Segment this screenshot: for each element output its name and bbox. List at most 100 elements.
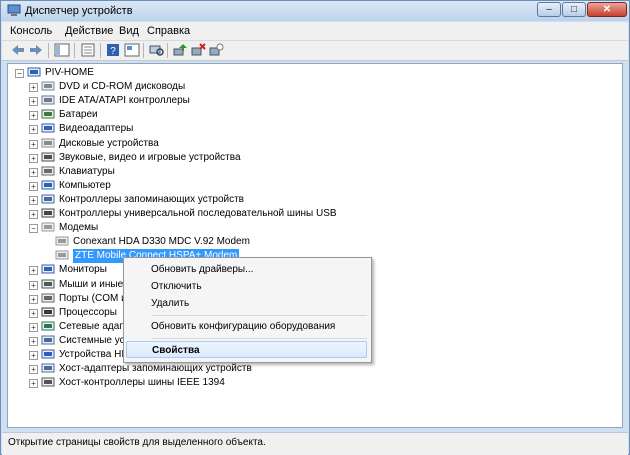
expand-toggle-icon[interactable]: + (29, 280, 38, 290)
minimize-button[interactable]: – (537, 2, 561, 17)
menu-view[interactable]: Вид (119, 25, 139, 37)
tree-root[interactable]: − PIV-HOME (8, 66, 608, 80)
context-properties[interactable]: Свойства (126, 341, 367, 358)
computer-icon (41, 180, 55, 191)
console-tree-icon[interactable] (54, 43, 70, 57)
expand-toggle-icon[interactable]: + (29, 308, 38, 318)
tree-category[interactable]: + Клавиатуры (8, 165, 608, 179)
processor-icon (41, 307, 55, 318)
tree-category[interactable]: + Контроллеры универсальной последователь… (8, 207, 608, 221)
context-separator (152, 315, 367, 316)
status-bar: Открытие страницы свойств для выделенног… (2, 432, 628, 455)
tree-category[interactable]: + Хост-контроллеры шины IEEE 1394 (8, 376, 608, 390)
tree-category[interactable]: − Модемы (8, 221, 608, 235)
back-icon[interactable] (10, 43, 26, 57)
view-icon[interactable] (124, 43, 140, 57)
toolbar: ? (2, 41, 628, 61)
tree-item-label: Контроллеры запоминающих устройств (59, 193, 244, 205)
expand-toggle-icon[interactable]: + (29, 125, 38, 135)
expand-toggle-icon[interactable]: + (29, 195, 38, 205)
device-tree-panel: − PIV-HOME + DVD и CD-ROM дисководы + IDE ATA… (7, 63, 623, 428)
tree-item-label: Мониторы (59, 264, 107, 276)
toolbar-separator (48, 43, 49, 58)
expand-toggle-icon[interactable]: − (15, 69, 24, 78)
dvd-icon (41, 81, 55, 92)
tree-item-label: Устройства HID (59, 349, 132, 360)
toolbar-separator (100, 43, 101, 58)
expand-toggle-icon[interactable]: + (29, 139, 38, 149)
expand-toggle-icon[interactable]: + (29, 97, 38, 107)
context-scan-hardware[interactable]: Обновить конфигурацию оборудования (126, 318, 367, 335)
ieee1394-icon (41, 377, 55, 388)
context-menu: Обновить драйверы... Отключить Удалить О… (123, 257, 372, 363)
tree-category[interactable]: + Дисковые устройства (8, 137, 608, 151)
tree-item-label: Хост-адаптеры запоминающих устройств (59, 363, 252, 375)
forward-icon[interactable] (28, 43, 44, 57)
battery-icon (41, 109, 55, 120)
window-title: Диспетчер устройств (25, 5, 133, 17)
tree-device[interactable]: Conexant HDA D330 MDC V.92 Modem (8, 235, 608, 249)
storage-icon (41, 194, 55, 205)
mouse-icon (41, 279, 55, 290)
context-update-driver[interactable]: Обновить драйверы... (126, 261, 367, 278)
expand-toggle-icon[interactable]: − (29, 224, 38, 234)
toolbar-separator (74, 43, 75, 58)
tree-item-label: Процессоры (59, 306, 117, 318)
expand-toggle-icon[interactable]: + (29, 294, 38, 304)
usb-icon (41, 208, 55, 219)
update-driver-icon[interactable] (172, 43, 188, 57)
disable-icon[interactable] (208, 43, 224, 57)
system-icon (41, 335, 55, 346)
help-icon[interactable]: ? (105, 43, 121, 57)
properties-icon[interactable] (80, 43, 96, 57)
menu-help[interactable]: Справка (147, 25, 190, 37)
port-icon (41, 293, 55, 304)
expand-toggle-icon[interactable]: + (29, 167, 38, 177)
tree-item-label: Conexant HDA D330 MDC V.92 Modem (73, 236, 250, 248)
tree-category[interactable]: + Компьютер (8, 179, 608, 193)
expand-toggle-icon[interactable]: + (29, 181, 38, 191)
tree-category[interactable]: + Батареи (8, 108, 608, 122)
expand-toggle-icon[interactable]: + (29, 83, 38, 93)
expand-toggle-icon[interactable]: + (29, 111, 38, 121)
menu-action[interactable]: Действие (65, 25, 113, 37)
title-bar[interactable]: Диспетчер устройств – □ ✕ (1, 1, 629, 21)
expand-toggle-icon[interactable]: + (29, 153, 38, 163)
uninstall-icon[interactable] (190, 43, 206, 57)
scan-hardware-icon[interactable] (148, 43, 164, 57)
expand-toggle-icon[interactable]: + (29, 210, 38, 219)
tree-item-label: Звуковые, видео и игровые устройства (59, 151, 241, 163)
context-disable[interactable]: Отключить (126, 278, 367, 295)
status-text: Открытие страницы свойств для выделенног… (8, 437, 266, 448)
menu-console[interactable]: Консоль (10, 25, 52, 37)
maximize-button[interactable]: □ (562, 2, 586, 17)
expand-toggle-icon[interactable]: + (29, 336, 38, 346)
tree-category[interactable]: + DVD и CD-ROM дисководы (8, 80, 608, 94)
tree-item-label: Мыши и иные (59, 278, 124, 290)
disk-icon (41, 138, 55, 149)
tree-item-label: Компьютер (59, 179, 111, 191)
expand-toggle-icon[interactable]: + (29, 322, 38, 332)
root-icon (27, 67, 41, 78)
tree-item-label: Батареи (59, 109, 98, 121)
expand-toggle-icon[interactable]: + (29, 365, 38, 375)
tree-category[interactable]: + Контроллеры запоминающих устройств (8, 193, 608, 207)
tree-category[interactable]: + Хост-адаптеры запоминающих устройств (8, 362, 608, 376)
toolbar-separator (167, 43, 168, 58)
tree-category[interactable]: + IDE ATA/ATAPI контроллеры (8, 94, 608, 108)
expand-toggle-icon[interactable]: + (29, 266, 38, 276)
tree-item-label: Сетевые адапт (59, 320, 130, 332)
tree-item-label: Видеоадаптеры (59, 123, 134, 135)
tree-category[interactable]: + Звуковые, видео и игровые устройства (8, 151, 608, 165)
context-separator (152, 338, 367, 339)
close-button[interactable]: ✕ (587, 2, 627, 17)
tree-category[interactable]: + Видеоадаптеры (8, 122, 608, 136)
tree-item-label: DVD и CD-ROM дисководы (59, 81, 186, 93)
device-icon (55, 250, 69, 261)
window-controls: – □ ✕ (536, 2, 627, 18)
context-uninstall[interactable]: Удалить (126, 295, 367, 312)
expand-toggle-icon[interactable]: + (29, 351, 38, 360)
tree-item-label: Порты (COM и (59, 292, 127, 304)
expand-toggle-icon[interactable]: + (29, 379, 38, 389)
tree-item-label: Хост-контроллеры шины IEEE 1394 (59, 377, 225, 389)
